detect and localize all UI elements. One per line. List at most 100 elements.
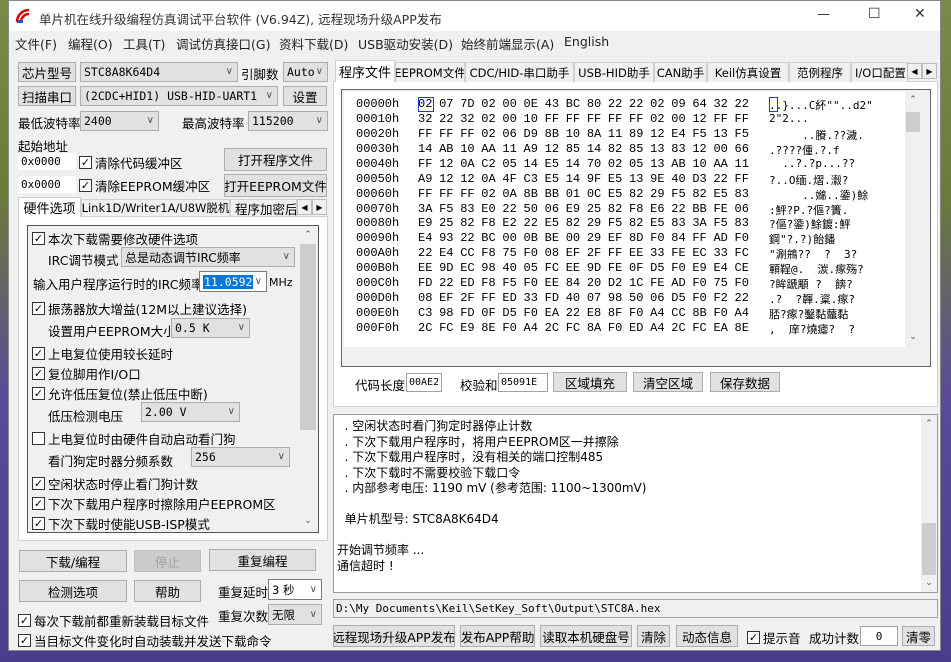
eeprom-size-value: 0.5 K xyxy=(175,321,210,335)
option-label: 下次下载时使能USB-ISP模式 xyxy=(48,517,210,532)
pins-select[interactable]: Auto ∨ xyxy=(283,62,328,82)
menu-downloads[interactable]: 资料下载(D) xyxy=(279,34,348,53)
eeprom-start-address-input[interactable]: 0x0000 xyxy=(18,176,76,193)
menu-english[interactable]: English xyxy=(564,34,609,49)
menu-tools[interactable]: 工具(T) xyxy=(123,34,165,53)
reset-pin-io-checkbox[interactable]: ✓ 复位脚用作I/O口 xyxy=(32,364,141,383)
tab-scroll-left-icon[interactable]: ◀ xyxy=(907,63,922,79)
log-scrollbar[interactable]: ⌃ ⌄ xyxy=(921,415,937,592)
file-path-field[interactable]: D:\My Documents\Keil\SetKey_Soft\Output\… xyxy=(333,599,938,618)
max-baud-select[interactable]: 115200 ∨ xyxy=(248,111,328,131)
tab-eeprom-file[interactable]: EEPROM文件 xyxy=(395,62,465,82)
scroll-down-icon[interactable]: ⌄ xyxy=(905,332,921,342)
repeat-delay-value: 3 秒 xyxy=(272,582,295,597)
tab-serial-assistant[interactable]: CDC/HID-串口助手 xyxy=(465,62,574,82)
menu-usb-driver[interactable]: USB驱动安装(D) xyxy=(358,34,453,53)
reload-before-download-checkbox[interactable]: ✓ 每次下载前都重新装载目标文件 xyxy=(18,611,209,630)
tab-program-file[interactable]: 程序文件 xyxy=(335,60,395,82)
tab-hardware-options[interactable]: 硬件选项 xyxy=(18,197,81,217)
min-baud-select[interactable]: 2400 ∨ xyxy=(80,111,159,131)
irc-frequency-input[interactable]: 11.0592 ∨ xyxy=(199,271,267,292)
scroll-up-icon[interactable]: ⌃ xyxy=(299,230,317,240)
tab-example-programs[interactable]: 范例程序 xyxy=(789,62,851,82)
scroll-up-icon[interactable]: ⌃ xyxy=(905,95,921,105)
scrollbar-thumb[interactable] xyxy=(300,244,316,430)
scroll-down-icon[interactable]: ⌄ xyxy=(299,516,317,526)
port-select[interactable]: (2CDC+HID1) USB-HID-UART1 ∨ xyxy=(80,86,278,106)
check-options-button[interactable]: 检测选项 xyxy=(19,580,127,602)
beep-checkbox[interactable]: ✓ 提示音 xyxy=(747,628,801,647)
low-voltage-reset-checkbox[interactable]: ✓ 允许低压复位(禁止低压中断) xyxy=(32,384,208,403)
hex-address: 000B0h xyxy=(356,261,400,276)
minimize-button[interactable]: — xyxy=(817,7,830,22)
tab-offline-programmer[interactable]: Link1D/Writer1A/U8W脱机 xyxy=(81,199,230,216)
lvd-select[interactable]: 2.00 V ∨ xyxy=(141,402,240,422)
tab-scroll-right-icon[interactable]: ▶ xyxy=(922,63,937,79)
dynamic-info-button[interactable]: 动态信息 xyxy=(676,625,738,647)
long-delay-checkbox[interactable]: ✓ 上电复位使用较长延时 xyxy=(32,344,173,363)
tab-scroll-right-icon[interactable]: ▶ xyxy=(312,199,327,215)
clear-code-buffer-checkbox[interactable]: ✓ 清除代码缓冲区 xyxy=(79,153,183,172)
tab-can-assistant[interactable]: CAN助手 xyxy=(654,62,707,82)
hex-bytes: E4 93 22 BC 00 0B BE 00 29 EF 8D F0 84 F… xyxy=(418,231,749,246)
oscillator-gain-checkbox[interactable]: ✓ 振荡器放大增益(12M以上建议选择) xyxy=(32,299,247,318)
tab-io-config[interactable]: I/O口配置 xyxy=(851,62,908,82)
open-eeprom-file-button[interactable]: 打开EEPROM文件 xyxy=(224,174,327,197)
wdt-auto-start-checkbox[interactable]: 上电复位时由硬件自动启动看门狗 xyxy=(32,429,236,448)
clear-code-buffer-label: 清除代码缓冲区 xyxy=(95,156,183,171)
menu-program[interactable]: 编程(O) xyxy=(68,34,113,53)
settings-button[interactable]: 设置 xyxy=(283,86,327,106)
publish-app-button[interactable]: 远程现场升级APP发布 xyxy=(333,625,455,647)
repeat-program-button[interactable]: 重复编程 xyxy=(209,549,316,571)
repeat-count-select[interactable]: 无限 ∨ xyxy=(268,604,322,625)
menu-debug[interactable]: 调试仿真接口(G) xyxy=(176,34,270,53)
fill-area-button[interactable]: 区域填充 xyxy=(553,372,627,392)
lvd-value: 2.00 V xyxy=(145,405,187,419)
irc-mode-select[interactable]: 总是动态调节IRC频率 ∨ xyxy=(121,247,295,267)
min-baud-value: 2400 xyxy=(84,114,112,128)
repeat-delay-select[interactable]: 3 秒 ∨ xyxy=(268,579,322,600)
hex-editor[interactable]: 00000h 02 07 7D 02 00 0E 43 BC 80 22 22 0… xyxy=(344,92,921,347)
close-button[interactable]: ✕ xyxy=(914,6,926,22)
clear-area-button[interactable]: 清空区域 xyxy=(633,372,703,392)
stop-button[interactable]: 停止 xyxy=(134,550,201,572)
download-program-button[interactable]: 下载/编程 xyxy=(19,550,127,572)
options-scrollbar[interactable]: ⌃ ⌄ xyxy=(299,226,317,532)
reset-count-button[interactable]: 清零 xyxy=(902,626,935,646)
erase-eeprom-checkbox[interactable]: ✓ 下次下载用户程序时擦除用户EEPROM区 xyxy=(32,494,276,513)
chip-model-select[interactable]: STC8A8K64D4 ∨ xyxy=(80,62,238,82)
scroll-up-icon[interactable]: ⌃ xyxy=(921,419,937,429)
clear-log-button[interactable]: 清除 xyxy=(637,625,670,647)
menu-file[interactable]: 文件(F) xyxy=(15,34,57,53)
scan-port-button[interactable]: 扫描串口 xyxy=(18,86,76,106)
tab-usb-hid-assistant[interactable]: USB-HID助手 xyxy=(574,62,654,82)
log-output[interactable]: . 空闲状态时看门狗定时器停止计数 . 下次下载用户程序时，将用户EEPROM区… xyxy=(333,414,938,593)
modify-hardware-checkbox[interactable]: ✓ 本次下载需要修改硬件选项 xyxy=(32,229,198,248)
auto-load-on-change-checkbox[interactable]: ✓ 当目标文件变化时自动装载并发送下载命令 xyxy=(18,631,272,650)
maximize-button[interactable]: ☐ xyxy=(868,6,881,22)
open-program-file-button[interactable]: 打开程序文件 xyxy=(224,148,327,171)
read-disk-id-button[interactable]: 读取本机硬盘号 xyxy=(540,625,632,647)
hex-address: 00070h xyxy=(356,201,400,216)
wdt-idle-stop-checkbox[interactable]: ✓ 空闲状态时停止看门狗计数 xyxy=(32,474,198,493)
hex-scrollbar[interactable]: ⌃ ⌄ xyxy=(905,92,921,347)
scrollbar-thumb[interactable] xyxy=(906,112,920,132)
scrollbar-thumb[interactable] xyxy=(922,523,936,575)
auto-load-label: 当目标文件变化时自动装载并发送下载命令 xyxy=(34,634,272,649)
scroll-down-icon[interactable]: ⌄ xyxy=(921,578,937,588)
wdt-divider-select[interactable]: 256 ∨ xyxy=(191,447,290,467)
tab-scroll-left-icon[interactable]: ◀ xyxy=(297,199,312,215)
min-baud-label: 最低波特率 xyxy=(18,116,81,131)
usb-isp-checkbox[interactable]: ✓ 下次下载时使能USB-ISP模式 xyxy=(32,514,210,533)
chip-model-button[interactable]: 芯片型号 xyxy=(18,62,76,82)
save-data-button[interactable]: 保存数据 xyxy=(710,372,780,392)
publish-app-help-button[interactable]: 发布APP帮助 xyxy=(460,625,535,647)
tab-encrypted-program[interactable]: 程序加密后 xyxy=(230,199,297,216)
clear-eeprom-buffer-checkbox[interactable]: ✓ 清除EEPROM缓冲区 xyxy=(79,176,210,195)
help-button[interactable]: 帮助 xyxy=(134,580,201,602)
menu-always-on-top[interactable]: 始终前端显示(A) xyxy=(461,34,554,53)
tab-keil-settings[interactable]: Keil仿真设置 xyxy=(707,62,789,82)
code-start-address-input[interactable]: 0x0000 xyxy=(18,153,76,170)
checkbox-checked-icon: ✓ xyxy=(79,156,92,169)
eeprom-size-select[interactable]: 0.5 K ∨ xyxy=(171,318,250,338)
